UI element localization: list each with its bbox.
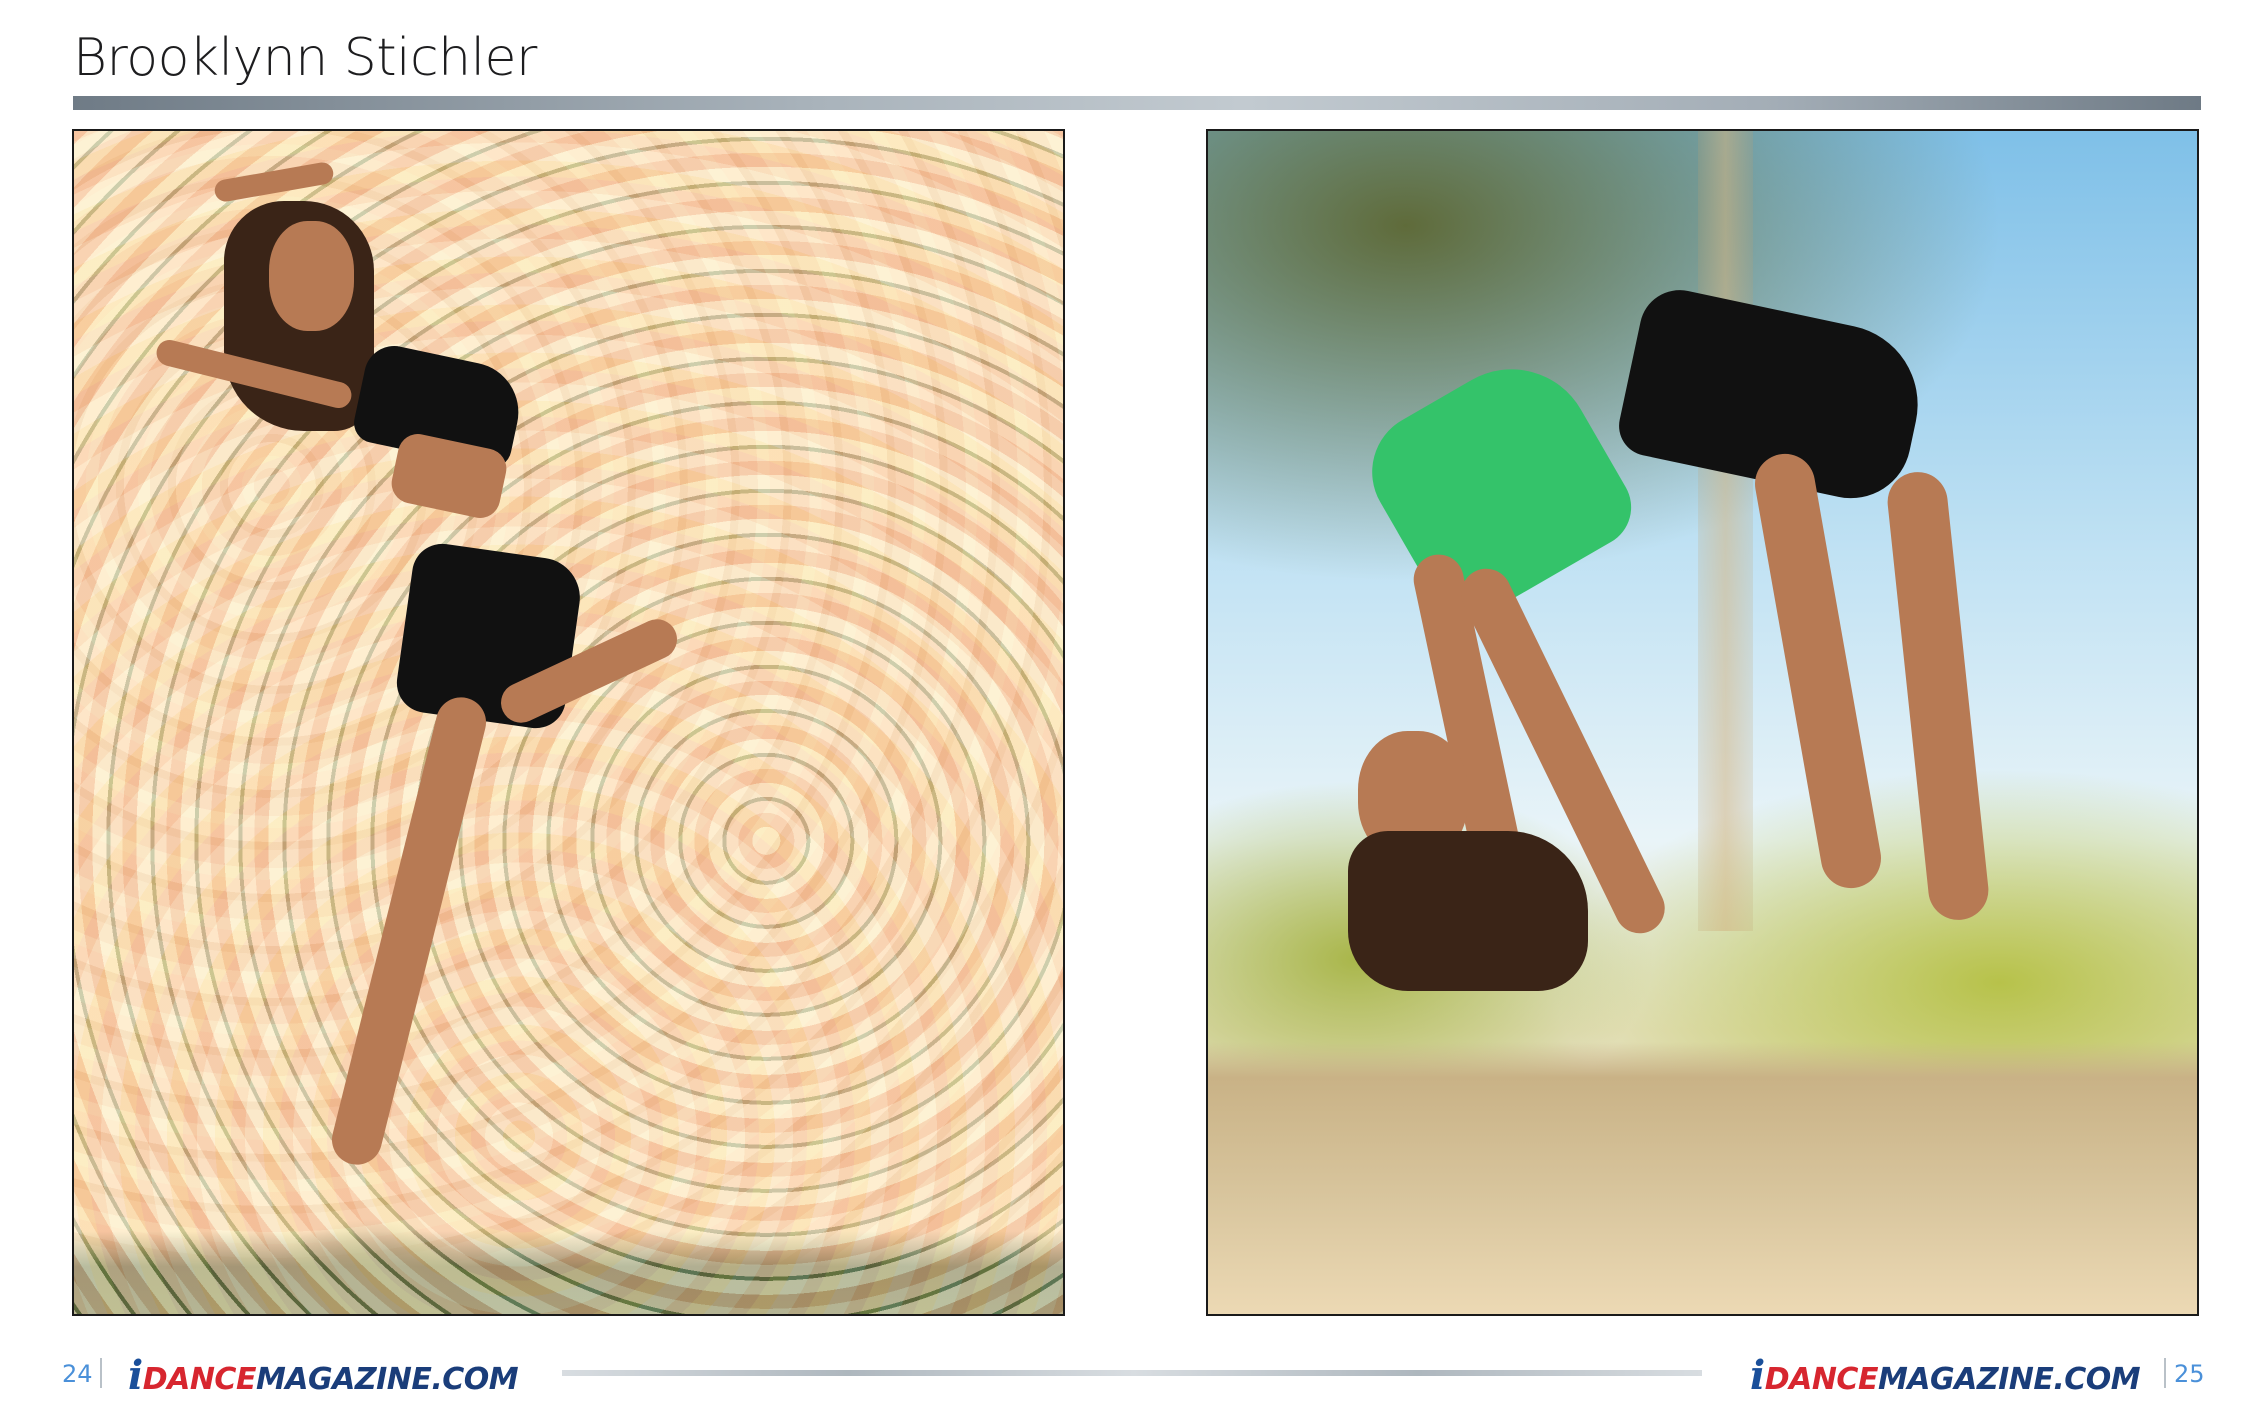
page-number-separator-right bbox=[2164, 1358, 2166, 1388]
page-title: Brooklynn Stichler bbox=[73, 28, 537, 88]
dancer-leg-front bbox=[1750, 449, 1886, 893]
dancer-hair-down bbox=[1348, 831, 1588, 991]
tree-trunk-blur bbox=[1698, 131, 1753, 931]
title-underline-bar bbox=[73, 96, 2201, 110]
dancer-arm-raised bbox=[213, 160, 335, 204]
dancer-head bbox=[269, 221, 354, 331]
outdoor-backbend-photo bbox=[1206, 129, 2199, 1316]
brand-magazine: MAGAZINE.COM bbox=[255, 1362, 519, 1397]
page-number-right: 25 bbox=[2174, 1360, 2205, 1388]
footer-rule-left bbox=[562, 1370, 1134, 1376]
brand-i: i bbox=[128, 1352, 143, 1399]
dancer-standing-leg bbox=[326, 692, 492, 1170]
floral-wall-photo bbox=[72, 129, 1065, 1316]
brand-logo-right: iDANCEMAGAZINE.COM bbox=[1750, 1352, 2141, 1399]
brand-i: i bbox=[1750, 1352, 1765, 1399]
dancer-leg-back bbox=[1884, 469, 1992, 923]
footer-rule-right bbox=[1134, 1370, 1702, 1376]
page-number-left: 24 bbox=[62, 1360, 93, 1388]
brand-logo-left: iDANCEMAGAZINE.COM bbox=[128, 1352, 519, 1399]
brand-magazine: MAGAZINE.COM bbox=[1877, 1362, 2141, 1397]
page-number-separator-left bbox=[100, 1358, 102, 1388]
brand-dance: DANCE bbox=[142, 1362, 257, 1397]
magazine-spread: Brooklynn Stichler 24 iDANCEMAGAZINE.COM… bbox=[0, 0, 2268, 1418]
brand-dance: DANCE bbox=[1764, 1362, 1879, 1397]
